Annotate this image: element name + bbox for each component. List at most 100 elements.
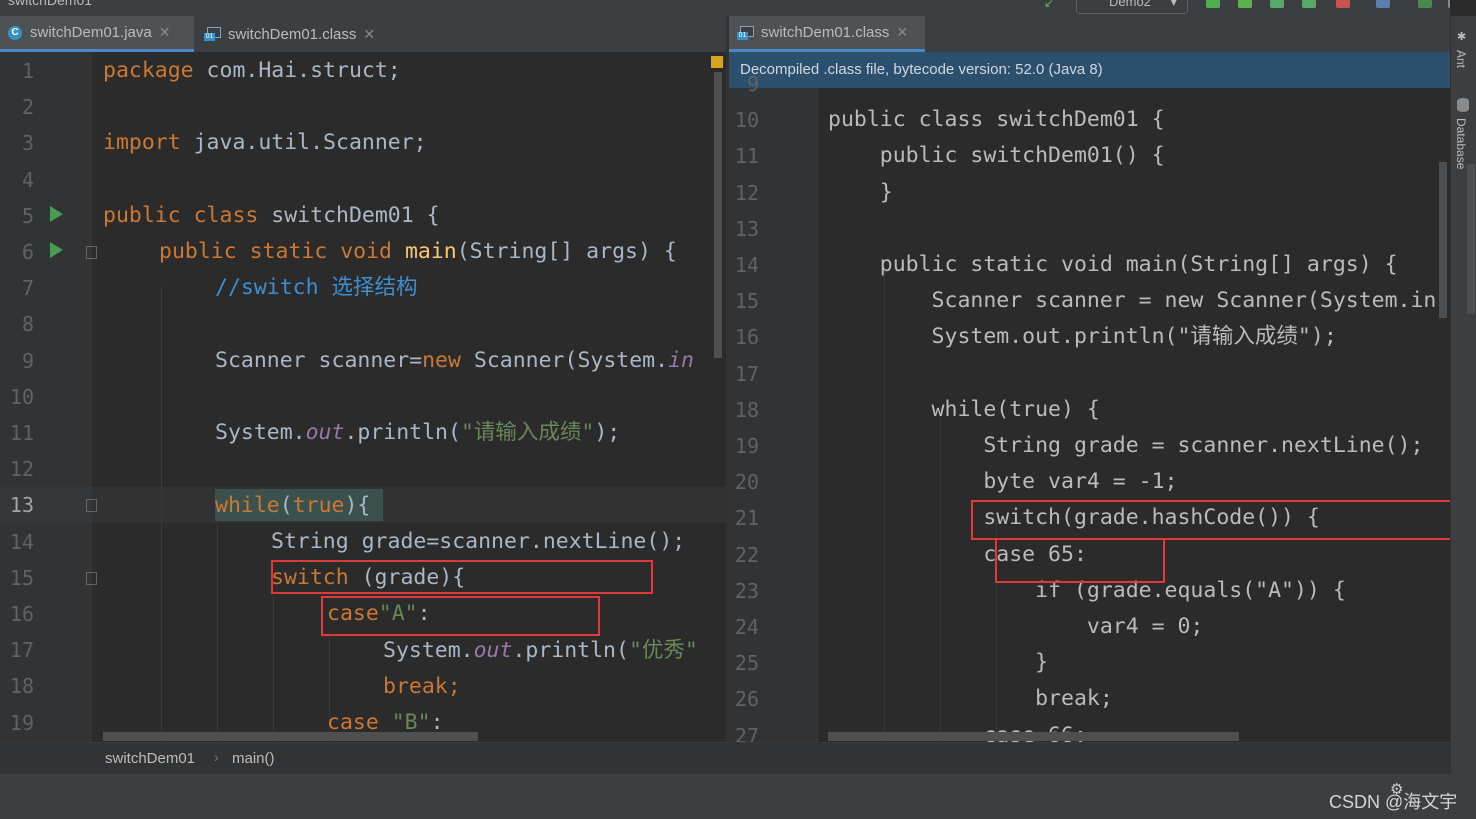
left-vertical-scrollbar[interactable]: [714, 72, 722, 358]
tab-label: switchDem01.java: [30, 24, 152, 41]
warning-marker-icon[interactable]: [711, 56, 723, 68]
profile-icon[interactable]: [1302, 0, 1316, 8]
close-icon[interactable]: ✕: [363, 26, 375, 43]
class-file-icon: [737, 25, 754, 40]
line-number: 8: [21, 312, 34, 337]
breadcrumb: switchDem01 › main(): [0, 742, 1450, 775]
line-number: 13: [734, 216, 759, 241]
line-number: 10: [9, 384, 34, 409]
line-number: 11: [734, 144, 759, 169]
fold-icon[interactable]: [86, 572, 97, 585]
line-number: 9: [746, 72, 759, 96]
highlight-box-case-a: [321, 596, 600, 636]
right-tool-strip: ✱ Ant Database: [1450, 16, 1476, 774]
code-line-6: public static void main(String[] args) {: [159, 239, 677, 264]
code-line-11: System.out.println("请输入成绩");: [215, 420, 621, 445]
tab-switchdem01-class-right[interactable]: switchDem01.class ✕: [729, 16, 925, 52]
back-arrow-icon[interactable]: ↙: [1044, 0, 1058, 10]
run-icon[interactable]: [1206, 0, 1220, 8]
code-line-14: String grade=scanner.nextLine();: [271, 529, 686, 554]
line-number: 14: [9, 529, 34, 554]
fold-icon[interactable]: [86, 246, 97, 259]
project-structure-icon[interactable]: [1376, 0, 1390, 8]
class-file-icon: [204, 27, 221, 41]
decompiled-line: public switchDem01() {: [828, 143, 1165, 169]
window-title: switchDem01: [8, 0, 93, 8]
decompiled-line: }: [828, 650, 1049, 676]
code-line-7: //switch 选择结构: [215, 275, 418, 300]
run-config-dropdown[interactable]: Demo2 ▾: [1076, 0, 1188, 14]
tab-label: switchDem01.class: [761, 24, 890, 41]
line-number: 13: [9, 493, 34, 518]
left-horizontal-scrollbar[interactable]: [103, 732, 478, 741]
search-everywhere-icon[interactable]: [1448, 0, 1450, 8]
line-number: 2: [21, 95, 34, 120]
chevron-down-icon: ▾: [1170, 0, 1177, 9]
indent-guide: [217, 523, 218, 742]
line-number: 4: [21, 167, 34, 192]
left-editor[interactable]: 1 2 3 4 5 6 7 8 9 10 11 12 13 14 15 16 17 18 19 package co…: [0, 52, 726, 742]
decompiled-banner: Decompiled .class file, bytecode version…: [729, 52, 1450, 88]
line-number: 3: [21, 131, 34, 156]
breadcrumb-method[interactable]: main(): [232, 750, 275, 767]
line-number: 15: [9, 565, 34, 590]
debug-icon[interactable]: [1238, 0, 1252, 8]
decompiled-line: Scanner scanner = new Scanner(System.in)…: [828, 288, 1450, 314]
line-number: 23: [734, 578, 759, 603]
code-line-3: import java.util.Scanner;: [103, 130, 427, 155]
decompiled-line: while(true) {: [828, 396, 1100, 422]
line-number: 19: [734, 434, 759, 458]
decompiled-line: System.out.println("请输入成绩");: [828, 324, 1337, 350]
right-editor[interactable]: Decompiled .class file, bytecode version…: [729, 52, 1450, 742]
line-number: 1: [21, 59, 34, 83]
close-icon[interactable]: ✕: [159, 24, 171, 41]
indent-guide: [273, 595, 274, 742]
status-bar: ⚙ CSDN @海文宇: [0, 774, 1476, 819]
right-editor-tabs: switchDem01.class ✕: [729, 16, 1450, 52]
line-number: 12: [9, 457, 34, 482]
line-number: 24: [734, 615, 759, 639]
decompiled-line: }: [828, 179, 893, 205]
tool-window-database[interactable]: Database: [1454, 118, 1468, 169]
indent-guide: [161, 286, 162, 742]
close-icon[interactable]: ✕: [896, 24, 908, 41]
right-vertical-scrollbar[interactable]: [1439, 162, 1447, 318]
run-gutter-icon[interactable]: [50, 206, 63, 222]
breadcrumb-class[interactable]: switchDem01: [105, 750, 195, 767]
line-number: 19: [9, 710, 34, 735]
tool-strip-scrollbar[interactable]: [1467, 164, 1475, 314]
right-horizontal-scrollbar[interactable]: [828, 732, 1239, 741]
line-number: 7: [21, 276, 34, 301]
stop-icon[interactable]: [1336, 0, 1350, 8]
line-number: 6: [21, 240, 34, 264]
decompiled-line: String grade = scanner.nextLine();: [828, 433, 1424, 458]
line-number: 9: [21, 348, 34, 373]
decompiled-line: byte var4 = -1;: [828, 469, 1178, 495]
line-number: 10: [734, 108, 759, 133]
line-number: 27: [734, 723, 759, 742]
line-number: 18: [9, 674, 34, 699]
tab-switchdem01-java[interactable]: C switchDem01.java ✕: [0, 16, 194, 52]
decompiled-line: public static void main(String[] args) {: [828, 252, 1398, 277]
line-number: 5: [21, 203, 34, 228]
code-line-1: package com.Hai.struct;: [103, 58, 401, 83]
title-bar: switchDem01 ↙ Demo2 ▾: [0, 0, 1450, 16]
line-number: 15: [734, 289, 759, 314]
tab-label: switchDem01.class: [228, 25, 357, 43]
tab-switchdem01-class[interactable]: switchDem01.class ✕: [196, 16, 390, 52]
code-line-13: while(true){: [215, 493, 371, 518]
line-number: 18: [734, 397, 759, 422]
left-editor-tabs: C switchDem01.java ✕ switchDem01.class ✕: [0, 16, 726, 52]
line-number: 11: [9, 421, 34, 445]
line-number: 21: [734, 506, 759, 531]
line-number: 14: [734, 253, 759, 277]
fold-icon[interactable]: [86, 499, 97, 512]
code-line-5: public class switchDem01 {: [103, 203, 440, 228]
run-config-label: Demo2: [1109, 0, 1151, 9]
line-number: 26: [734, 687, 759, 712]
run-gutter-icon[interactable]: [50, 242, 63, 258]
coverage-icon[interactable]: [1270, 0, 1284, 8]
vcs-icon[interactable]: [1418, 0, 1432, 8]
line-number: 16: [9, 602, 34, 626]
tool-window-ant[interactable]: Ant: [1454, 50, 1468, 68]
